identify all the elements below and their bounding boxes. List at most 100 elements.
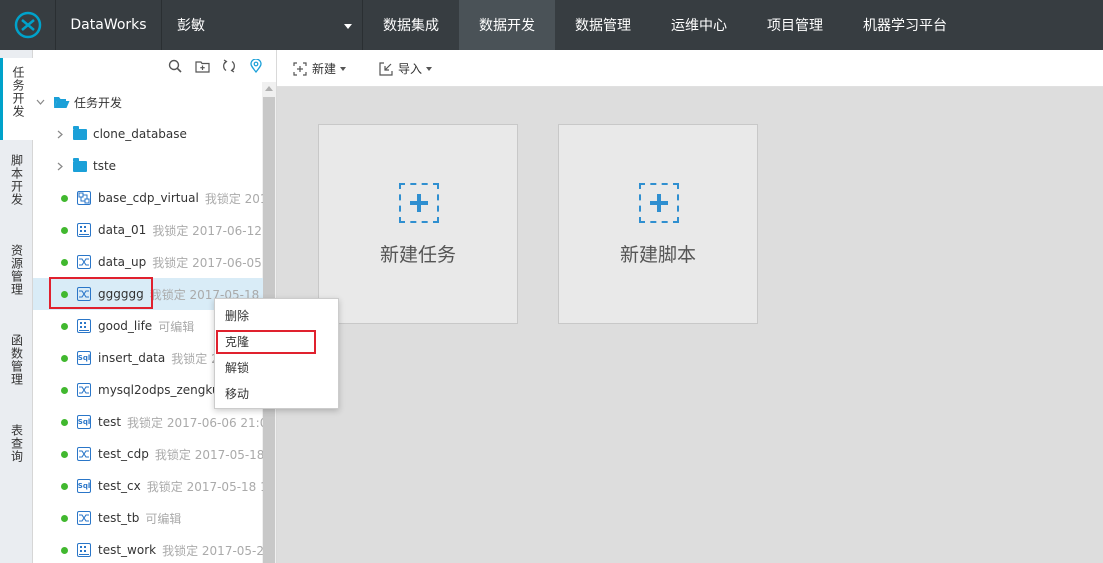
folder-icon — [73, 157, 87, 172]
table-icon — [77, 319, 91, 333]
node-lock-status: 我锁定 2017 — [204, 191, 263, 206]
node-lock-status: 我锁定 2017-06-05 1 — [152, 255, 263, 270]
tree-node-row[interactable]: data_up 我锁定 2017-06-05 1 — [33, 246, 263, 278]
locate-icon[interactable] — [248, 58, 264, 74]
tree-folder-row[interactable]: tste — [33, 150, 263, 182]
status-dot-icon — [61, 386, 68, 394]
highlight-box-clone — [216, 330, 316, 354]
nav-project-management[interactable]: 项目管理 — [747, 0, 843, 50]
node-name: data_up — [98, 255, 147, 269]
status-dot-icon — [61, 418, 68, 426]
node-name: test_tb — [98, 511, 140, 525]
chevron-down-icon — [344, 24, 352, 29]
tree-node-row[interactable]: data_01 我锁定 2017-06-12 1 — [33, 214, 263, 246]
new-script-card[interactable]: 新建脚本 — [558, 124, 758, 324]
sql-icon: Sql — [77, 351, 91, 365]
search-icon[interactable] — [167, 58, 183, 74]
menu-item-unlock[interactable]: 解锁 — [225, 354, 249, 380]
nav-data-management[interactable]: 数据管理 — [555, 0, 651, 50]
nav-ml-platform[interactable]: 机器学习平台 — [843, 0, 967, 50]
tree-node-row[interactable]: test_cdp 我锁定 2017-05-18 0 — [33, 438, 263, 470]
node-lock-status: 我锁定 2017-05-18 16 — [146, 479, 263, 494]
brand-name[interactable]: DataWorks — [56, 0, 162, 50]
tab-function-management[interactable]: 函数管理 — [0, 326, 33, 406]
side-tabs: 任务开发 脚本开发 资源管理 函数管理 表查询 — [0, 50, 33, 563]
tab-script-development[interactable]: 脚本开发 — [0, 146, 33, 226]
sql-icon: Sql — [77, 479, 91, 493]
context-menu: 删除 克隆 解锁 移动 — [214, 298, 339, 409]
node-lock-status: 可编辑 — [158, 319, 195, 334]
folder-name: clone_database — [93, 127, 187, 141]
tree-node-row[interactable]: Sql test 我锁定 2017-06-06 21:03 — [33, 406, 263, 438]
chevron-right-icon[interactable] — [55, 161, 65, 171]
node-lock-status: 我锁定 2017-06-12 1 — [152, 223, 263, 238]
add-icon — [639, 183, 679, 223]
new-button-label: 新建 — [312, 62, 337, 76]
status-dot-icon — [61, 482, 68, 490]
chevron-down-icon[interactable] — [35, 97, 45, 107]
tree-folder-row[interactable]: clone_database — [33, 118, 263, 150]
status-dot-icon — [61, 226, 68, 234]
node-lock-status: 我锁定 2017-05-22 — [162, 543, 263, 558]
sync-icon — [77, 383, 91, 397]
new-task-label: 新建任务 — [379, 244, 456, 266]
dataworks-logo-icon[interactable] — [0, 0, 56, 50]
table-icon — [77, 543, 91, 557]
node-name: test — [98, 415, 122, 429]
node-name: base_cdp_virtual — [98, 191, 199, 205]
scroll-up-arrow-icon[interactable] — [265, 86, 273, 91]
add-icon — [399, 183, 439, 223]
tab-resource-management[interactable]: 资源管理 — [0, 236, 33, 316]
nav-data-integration[interactable]: 数据集成 — [362, 0, 459, 50]
status-dot-icon — [61, 258, 68, 266]
status-dot-icon — [61, 354, 68, 362]
node-name: test_cdp — [98, 447, 149, 461]
project-name: 彭敏 — [177, 18, 205, 34]
status-dot-icon — [61, 194, 68, 202]
new-script-label: 新建脚本 — [619, 244, 696, 266]
top-bar: DataWorks 彭敏 数据集成 数据开发 数据管理 运维中心 项目管理 机器… — [0, 0, 1103, 50]
main-nav: 数据集成 数据开发 数据管理 运维中心 项目管理 机器学习平台 — [362, 0, 967, 50]
folder-icon — [73, 125, 87, 140]
node-lock-status: 可编辑 — [145, 511, 182, 526]
tree-node-row[interactable]: test_work 我锁定 2017-05-22 — [33, 534, 263, 563]
tab-task-development[interactable]: 任务开发 — [0, 58, 33, 140]
status-dot-icon — [61, 450, 68, 458]
node-lock-status: 我锁定 2017-05-18 0 — [154, 447, 263, 462]
tree-node-row[interactable]: Sql test_cx 我锁定 2017-05-18 16 — [33, 470, 263, 502]
sql-icon: Sql — [77, 415, 91, 429]
highlight-box-selected-node — [49, 277, 153, 309]
menu-item-delete[interactable]: 删除 — [225, 302, 249, 328]
nav-data-development[interactable]: 数据开发 — [459, 0, 555, 50]
node-name: mysql2odps_zengku — [98, 383, 220, 397]
workspace-area: 新建任务 新建脚本 — [277, 87, 1103, 563]
import-button[interactable]: 导入 — [379, 60, 433, 77]
caret-down-icon — [340, 66, 347, 71]
chevron-right-icon[interactable] — [55, 129, 65, 139]
editor-toolbar: 新建 导入 — [277, 50, 1103, 87]
new-button[interactable]: 新建 — [293, 60, 347, 77]
node-name: test_cx — [98, 479, 141, 493]
sync-icon — [77, 255, 91, 269]
caret-down-icon — [426, 66, 433, 71]
menu-item-move[interactable]: 移动 — [225, 380, 249, 406]
refresh-icon[interactable] — [221, 58, 237, 74]
folder-open-icon — [53, 96, 70, 109]
node-name: test_work — [98, 543, 157, 557]
node-lock-status: 我锁定 2017-06-06 21:03 — [127, 415, 263, 430]
status-dot-icon — [61, 322, 68, 330]
tab-table-query[interactable]: 表查询 — [0, 416, 33, 482]
project-selector[interactable]: 彭敏 — [162, 0, 362, 50]
new-folder-icon[interactable] — [194, 58, 210, 74]
sync-icon — [77, 447, 91, 461]
sync-icon — [77, 511, 91, 525]
folder-name: tste — [93, 159, 117, 173]
table-icon — [77, 223, 91, 237]
nav-ops-center[interactable]: 运维中心 — [651, 0, 747, 50]
tree-node-row[interactable]: test_tb 可编辑 — [33, 502, 263, 534]
node-name: insert_data — [98, 351, 166, 365]
tree-toolbar — [167, 58, 264, 74]
tree-root-task-development[interactable]: 任务开发 — [33, 86, 263, 118]
new-task-card[interactable]: 新建任务 — [318, 124, 518, 324]
tree-node-row[interactable]: base_cdp_virtual 我锁定 2017 — [33, 182, 263, 214]
